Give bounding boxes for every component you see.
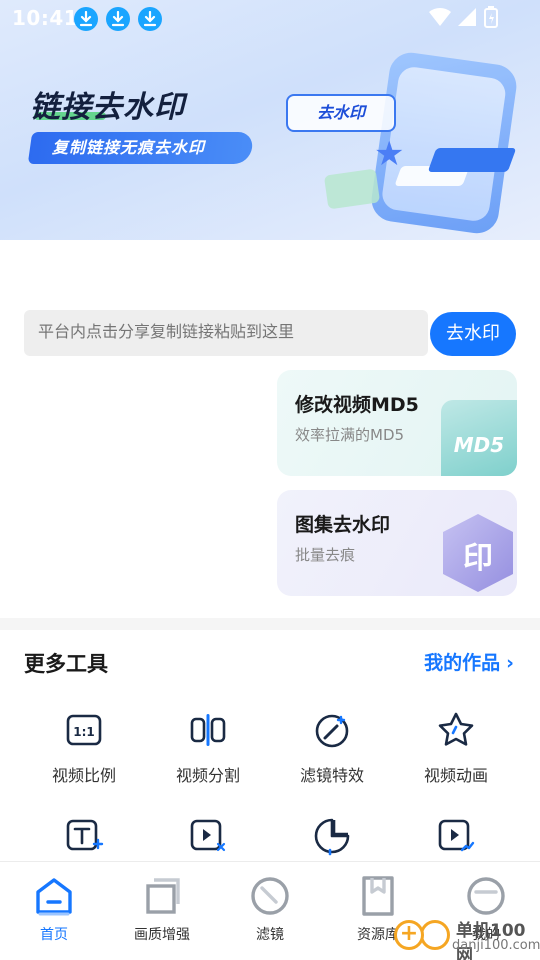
signal-icon [456,6,478,32]
aspect-ratio-icon: 1:1 [66,714,102,746]
tool-video-split[interactable]: 视频分割 [148,710,268,786]
battery-icon [484,6,498,32]
nav-label: 首页 [40,927,68,943]
banner[interactable]: 10:41 ★ 去水印 链接去水印 复制链接无痕去水印 [0,0,540,240]
stamp-icon: 印 [441,512,515,594]
tool-video-trend[interactable] [396,816,516,856]
status-bar: 10:41 [0,0,540,36]
tool-label: 滤镜特效 [299,766,364,785]
link-input[interactable] [24,310,428,356]
video-trend-icon [438,819,475,852]
tool-video-cut[interactable] [148,816,268,856]
watermark-logo [420,920,450,950]
md5-card[interactable]: 修改视频MD5 效率拉满的MD5 MD5 [277,370,517,476]
tool-label: 视频分割 [175,766,240,785]
download-icon [138,7,162,31]
watermark-line2: danji100.com [452,938,540,953]
blue-card-illustration [427,148,517,172]
nav-filter[interactable]: 滤镜 [216,874,324,944]
download-icon [106,7,130,31]
wifi-icon [428,6,452,32]
filter-icon [251,877,289,915]
my-works-label: 我的作品 [424,652,501,674]
banner-subtitle-text: 复制链接无痕去水印 [52,138,206,157]
card-subtitle: 批量去痕 [295,546,356,564]
remove-watermark-button[interactable]: 去水印 [430,312,516,356]
add-text-icon [66,819,104,851]
sticker-icon [314,818,350,856]
nav-label: 滤镜 [256,927,284,943]
tool-video-animation[interactable]: 视频动画 [396,710,516,786]
more-tools-title: 更多工具 [24,652,108,676]
tool-label: 视频动画 [423,766,488,785]
download-icon [74,7,98,31]
banner-subtitle: 复制链接无痕去水印 [27,132,255,164]
card-subtitle: 效率拉满的MD5 [295,426,405,444]
card-title: 修改视频MD5 [295,394,419,416]
video-cut-icon [190,819,226,852]
enhance-icon [146,878,180,914]
nav-label: 画质增强 [134,927,190,943]
my-works-link[interactable]: 我的作品 › [424,648,514,675]
tool-label: 视频比例 [51,766,116,785]
nav-home[interactable]: 首页 [0,874,108,944]
nav-enhance[interactable]: 画质增强 [108,874,216,944]
chevron-right-icon: › [506,652,514,674]
split-icon [190,714,226,746]
site-watermark: + 单机100网 danji100.com [394,912,540,960]
status-time: 10:41 [12,6,79,30]
watermark-logo-plus: + [394,920,424,950]
card-title: 图集去水印 [295,514,391,536]
image-card-illustration [323,168,381,210]
tool-add-text[interactable] [24,816,144,856]
filter-effect-icon [315,714,349,748]
tool-filter-effect[interactable]: 滤镜特效 [272,710,392,786]
banner-tag: 去水印 [286,94,396,132]
gallery-watermark-card[interactable]: 图集去水印 批量去痕 印 [277,490,517,596]
md5-icon: MD5 [441,400,517,476]
tool-sticker[interactable] [272,816,392,856]
star-icon: ★ [374,134,405,174]
tool-video-ratio[interactable]: 1:1 视频比例 [24,710,144,786]
banner-title: 链接去水印 [30,90,185,125]
stamp-text: 印 [463,541,493,576]
star-animation-icon [438,712,474,746]
section-divider [0,618,540,630]
home-icon [36,878,72,916]
svg-text:1:1: 1:1 [73,725,95,739]
